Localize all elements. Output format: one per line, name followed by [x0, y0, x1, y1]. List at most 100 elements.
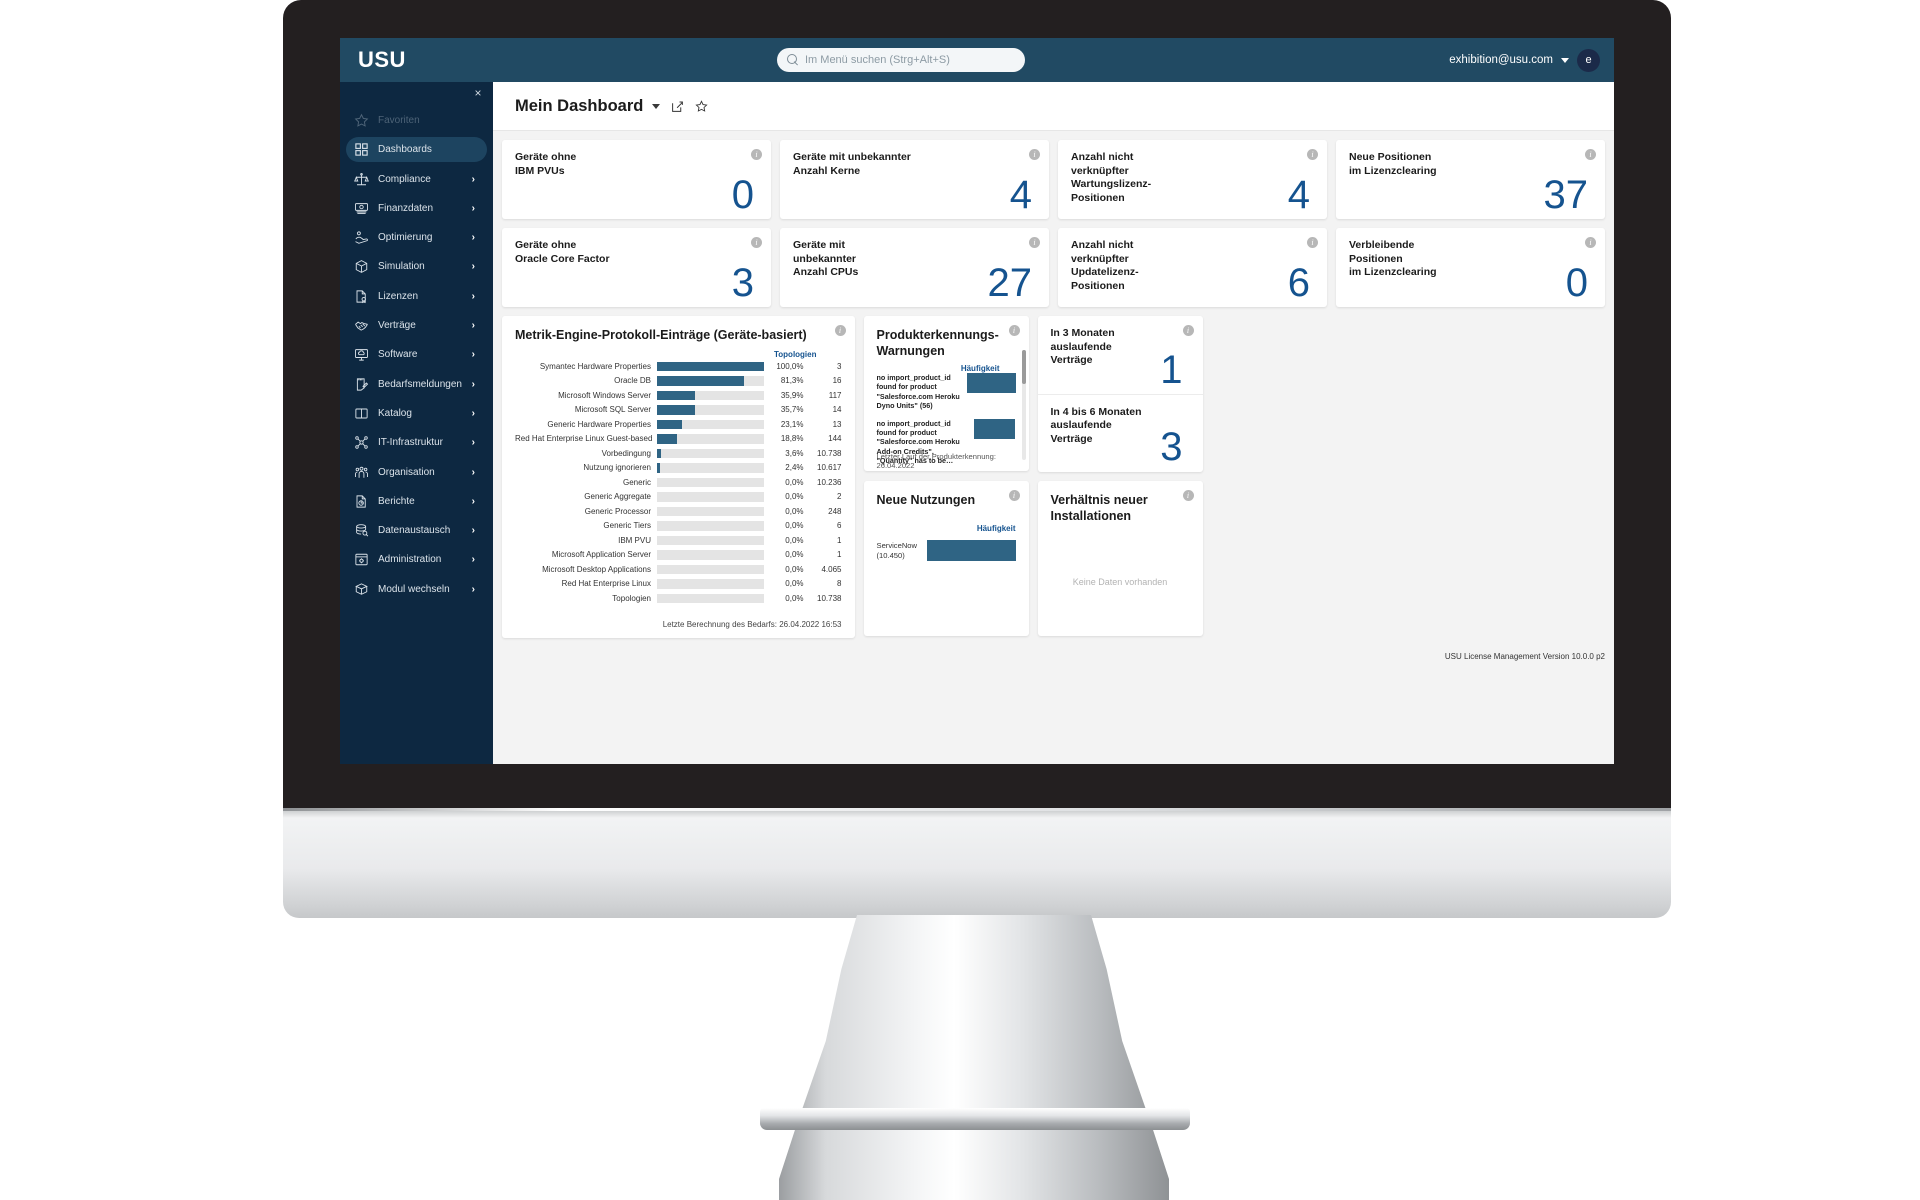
contract-kpi-section[interactable]: i In 3 Monaten auslaufende Verträge 1 [1038, 316, 1203, 394]
avatar[interactable]: e [1577, 48, 1600, 72]
warnings-scrollbar[interactable] [1021, 350, 1026, 460]
sidebar-item-berichte[interactable]: Berichte › [346, 489, 487, 514]
user-email-label: exhibition@usu.com [1449, 54, 1553, 66]
metrics-bar-percent: 0,0% [785, 550, 804, 560]
metrics-bar-row[interactable]: Microsoft Application Server 0,0% 1 [515, 548, 842, 563]
metrics-bar-row[interactable]: Nutzung ignorieren 2,4% 10.617 [515, 461, 842, 476]
metrics-bar-count: 4.065 [821, 564, 842, 574]
warnings-scrollbar-thumb[interactable] [1021, 350, 1026, 384]
kpi-card[interactable]: i Geräte mit unbekannter Anzahl CPUs 27 [780, 228, 1049, 307]
metrics-bar-row[interactable]: IBM PVU 0,0% 1 [515, 533, 842, 548]
edit-icon[interactable] [671, 100, 684, 113]
favorite-star-icon[interactable] [695, 99, 708, 113]
metrics-bar-track [657, 535, 764, 545]
sidebar-item-organisation[interactable]: Organisation › [346, 460, 487, 485]
info-icon[interactable]: i [1008, 325, 1020, 336]
sidebar-item-finanzdaten[interactable]: Finanzdaten › [346, 196, 487, 221]
chevron-right-icon[interactable]: › [472, 379, 475, 390]
kpi-card[interactable]: i Neue Positionen im Lizenzclearing 37 [1336, 140, 1605, 219]
chevron-right-icon[interactable]: › [472, 554, 475, 565]
chevron-right-icon[interactable]: › [472, 408, 475, 419]
kpi-card[interactable]: i Geräte ohne IBM PVUs 0 [502, 140, 771, 219]
info-icon[interactable]: i [1307, 237, 1318, 248]
sidebar-item-simulation[interactable]: Simulation › [346, 254, 487, 279]
info-icon[interactable]: i [1307, 149, 1318, 160]
sidebar-item-datenaustausch[interactable]: Datenaustausch › [346, 518, 487, 543]
kpi-card[interactable]: i Anzahl nicht verknüpfter Updatelizenz- Po… [1058, 228, 1327, 307]
metrics-bar-row[interactable]: Red Hat Enterprise Linux 0,0% 8 [515, 577, 842, 592]
sidebar-item-label: Software [378, 349, 418, 361]
kpi-label: Verbleibende Positionen im Lizenzclearing [1349, 239, 1467, 280]
sidebar-item-it-infrastruktur[interactable]: IT-Infrastruktur › [346, 430, 487, 455]
sidebar-item-vertr-ge[interactable]: Verträge › [346, 313, 487, 338]
search-input[interactable] [805, 54, 1015, 66]
info-icon[interactable]: i [751, 149, 762, 160]
metrics-bar-row[interactable]: Generic Hardware Properties 23,1% 13 [515, 417, 842, 432]
chevron-right-icon[interactable]: › [472, 291, 475, 302]
warning-row[interactable]: no import_product_id found for product "… [877, 373, 1016, 411]
metrics-bar-row[interactable]: Generic Tiers 0,0% 6 [515, 519, 842, 534]
chevron-down-icon[interactable] [1561, 57, 1569, 63]
metrics-bar-fill [657, 390, 696, 400]
metrics-bar-row[interactable]: Generic Aggregate 0,0% 2 [515, 490, 842, 505]
chevron-right-icon[interactable]: › [472, 525, 475, 536]
chevron-right-icon[interactable]: › [472, 261, 475, 272]
metrics-bar-row[interactable]: Oracle DB 81,3% 16 [515, 374, 842, 389]
metrics-bar-row[interactable]: Symantec Hardware Properties 100,0% 3 [515, 359, 842, 374]
metrics-bar-row[interactable]: Red Hat Enterprise Linux Guest-based 18,8… [515, 432, 842, 447]
sidebar-item-optimierung[interactable]: Optimierung › [346, 225, 487, 250]
kpi-label-line: Oracle Core Factor [515, 252, 610, 265]
info-icon[interactable]: i [751, 237, 762, 248]
info-icon[interactable]: i [1182, 490, 1194, 502]
usu-logo[interactable]: USU [358, 47, 406, 73]
info-icon[interactable]: i [1029, 237, 1040, 248]
info-icon[interactable]: i [1008, 490, 1020, 502]
sidebar-item-katalog[interactable]: Katalog › [346, 401, 487, 426]
sidebar-item-favoriten[interactable]: Favoriten [346, 108, 487, 133]
menu-search-box[interactable] [777, 48, 1025, 72]
sidebar-item-bedarfsmeldungen[interactable]: Bedarfsmeldungen › [346, 372, 487, 397]
cube-icon [354, 259, 369, 274]
chevron-right-icon[interactable]: › [472, 496, 475, 507]
metrics-bar-row[interactable]: Microsoft SQL Server 35,7% 14 [515, 403, 842, 418]
dashboard-select-chevron-icon[interactable] [652, 103, 661, 109]
metrics-bar-row[interactable]: Topologien 0,0% 10.738 [515, 591, 842, 606]
metrics-bar-row[interactable]: Vorbedingung 3,6% 10.738 [515, 446, 842, 461]
user-menu[interactable]: exhibition@usu.com e [1449, 38, 1600, 82]
chevron-right-icon[interactable]: › [472, 320, 475, 331]
chevron-right-icon[interactable]: › [472, 467, 475, 478]
sidebar-item-lizenzen[interactable]: Lizenzen › [346, 284, 487, 309]
sidebar-item-dashboards[interactable]: Dashboards [346, 137, 487, 163]
metrics-bar-row[interactable]: Generic Processor 0,0% 248 [515, 504, 842, 519]
kpi-card[interactable]: i Geräte mit unbekannter Anzahl Kerne 4 [780, 140, 1049, 219]
chevron-right-icon[interactable]: › [472, 349, 475, 360]
chevron-right-icon[interactable]: › [472, 437, 475, 448]
chevron-right-icon[interactable]: › [472, 203, 475, 214]
metrics-bar-count: 1 [837, 535, 842, 545]
metrics-bar-row[interactable]: Generic 0,0% 10.236 [515, 475, 842, 490]
metrics-bar-fill [657, 463, 660, 473]
sidebar-item-software[interactable]: Software › [346, 342, 487, 367]
sidebar-close-icon[interactable]: × [472, 87, 484, 99]
certificate-icon [354, 289, 369, 304]
chevron-right-icon[interactable]: › [472, 584, 475, 595]
info-icon[interactable]: i [1585, 149, 1596, 160]
metrics-bar-row[interactable]: Microsoft Windows Server 35,9% 117 [515, 388, 842, 403]
kpi-card[interactable]: i Anzahl nicht verknüpfter Wartungslizenz-… [1058, 140, 1327, 219]
chevron-right-icon[interactable]: › [472, 174, 475, 185]
sidebar-item-administration[interactable]: Administration › [346, 547, 487, 572]
chevron-right-icon[interactable]: › [472, 232, 475, 243]
contract-kpi-section[interactable]: In 4 bis 6 Monaten auslaufende Verträge 3 [1037, 393, 1203, 472]
info-icon[interactable]: i [1182, 325, 1194, 336]
kpi-label-line: Positionen [1071, 191, 1125, 204]
sidebar-item-label: Simulation [378, 261, 425, 273]
info-icon[interactable]: i [1029, 149, 1040, 160]
sidebar-item-compliance[interactable]: Compliance › [346, 167, 487, 192]
usage-row[interactable]: ServiceNow (10.450) [877, 540, 1016, 562]
info-icon[interactable]: i [834, 325, 846, 336]
sidebar-item-modul-wechseln[interactable]: Modul wechseln › [346, 577, 487, 602]
kpi-card[interactable]: i Geräte ohne Oracle Core Factor 3 [502, 228, 771, 307]
kpi-card[interactable]: i Verbleibende Positionen im Lizenzclearin… [1336, 228, 1605, 307]
metrics-bar-row[interactable]: Microsoft Desktop Applications 0,0% 4.065 [515, 562, 842, 577]
info-icon[interactable]: i [1585, 237, 1596, 248]
